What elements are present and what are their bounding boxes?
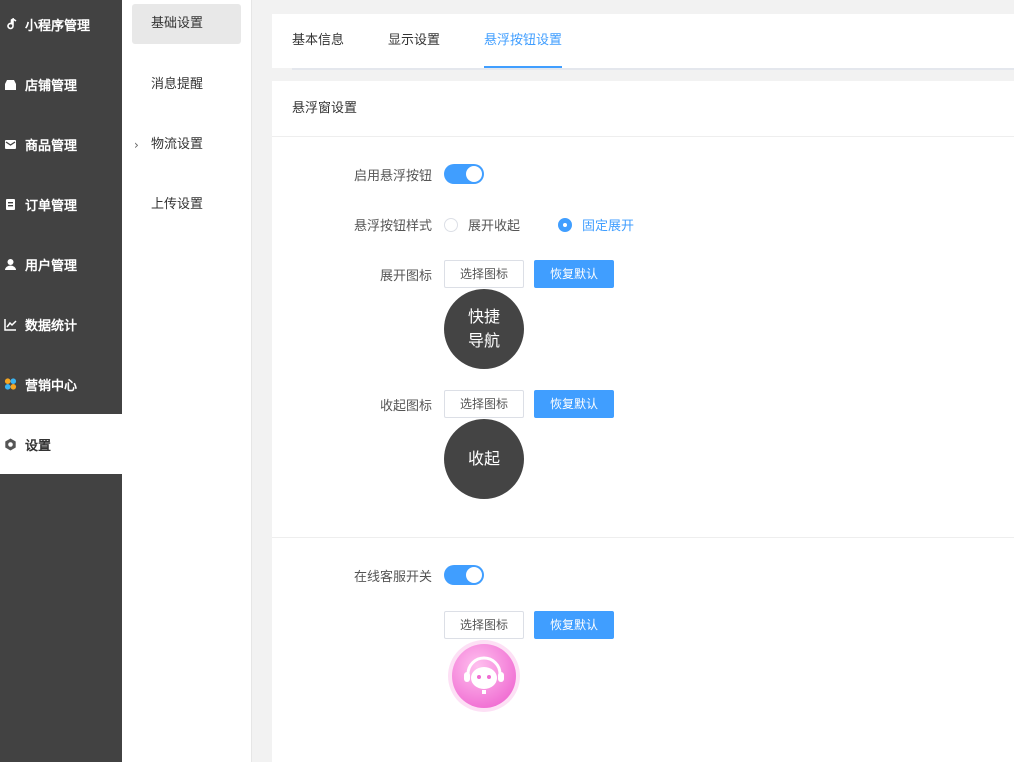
tab-basic-info[interactable]: 基本信息 [292, 14, 344, 68]
reset-collapse-icon-button[interactable]: 恢复默认 [534, 390, 614, 418]
divider [272, 537, 1014, 538]
sidebar-item-store[interactable]: 店铺管理 [0, 54, 122, 114]
sidebar-item-label: 商品管理 [25, 138, 78, 154]
expand-icon-preview: 快捷 导航 [444, 289, 524, 369]
reset-cs-icon-button[interactable]: 恢复默认 [534, 611, 614, 639]
sidebar-item-label: 小程序管理 [25, 18, 91, 34]
reset-expand-icon-button[interactable]: 恢复默认 [534, 260, 614, 288]
sidebar-item-marketing[interactable]: 营销中心 [0, 354, 122, 414]
chart-icon [4, 318, 17, 331]
customer-service-icon [446, 638, 522, 714]
float-settings-panel: 悬浮窗设置 启用悬浮按钮 悬浮按钮样式 展开收起 固定展开 展开图标 选择图标 … [272, 81, 1014, 762]
select-collapse-icon-button[interactable]: 选择图标 [444, 390, 524, 418]
collapse-icon-preview: 收起 [444, 419, 524, 499]
customer-service-switch[interactable] [444, 565, 484, 585]
subnav-item-upload[interactable]: 上传设置 [132, 185, 241, 225]
chevron-right-icon: › [134, 138, 139, 152]
preview-text: 收起 [467, 449, 500, 468]
enable-float-switch[interactable] [444, 164, 484, 184]
marketing-icon [4, 378, 17, 391]
customer-service-label: 在线客服开关 [353, 570, 432, 585]
subnav-item-logistics[interactable]: › 物流设置 [132, 125, 241, 165]
subnav-item-basic[interactable]: 基础设置 [132, 4, 241, 44]
sidebar-item-label: 店铺管理 [25, 78, 78, 94]
sidebar-item-label: 数据统计 [25, 318, 78, 334]
select-expand-icon-button[interactable]: 选择图标 [444, 260, 524, 288]
envelope-icon [4, 138, 17, 151]
sidebar-item-orders[interactable]: 订单管理 [0, 174, 122, 234]
main-sidebar: 小程序管理 店铺管理 商品管理 订单管理 用户管理 数据统计 营销中心 设置 [0, 0, 122, 762]
store-icon [4, 78, 17, 91]
divider [272, 136, 1014, 137]
subnav-item-label: 物流设置 [151, 137, 204, 152]
radio-label: 展开收起 [468, 219, 521, 234]
radio-dot [444, 217, 458, 232]
gear-icon [4, 438, 17, 451]
sidebar-item-label: 营销中心 [25, 378, 78, 394]
sidebar-item-products[interactable]: 商品管理 [0, 114, 122, 174]
sidebar-item-users[interactable]: 用户管理 [0, 234, 122, 294]
collapse-icon-label: 收起图标 [379, 399, 432, 414]
settings-subnav: 基础设置 消息提醒 › 物流设置 上传设置 [122, 0, 252, 762]
sidebar-item-miniprogram[interactable]: 小程序管理 [0, 0, 122, 54]
enable-float-label: 启用悬浮按钮 [353, 169, 432, 184]
preview-line: 快捷 [467, 307, 500, 326]
float-style-label: 悬浮按钮样式 [353, 219, 432, 234]
music-note-icon [4, 17, 17, 31]
radio-expand-collapse[interactable]: 展开收起 [444, 215, 520, 234]
select-cs-icon-button[interactable]: 选择图标 [444, 611, 524, 639]
preview-line: 导航 [467, 331, 500, 350]
user-icon [4, 258, 17, 271]
tab-display-settings[interactable]: 显示设置 [388, 14, 440, 68]
sidebar-item-label: 订单管理 [25, 198, 78, 214]
sidebar-item-settings[interactable]: 设置 [0, 414, 122, 474]
sidebar-item-label: 设置 [25, 438, 52, 454]
radio-fixed-expand[interactable]: 固定展开 [558, 215, 634, 234]
tab-float-button-settings[interactable]: 悬浮按钮设置 [484, 14, 563, 68]
clipboard-icon [4, 198, 17, 211]
expand-icon-label: 展开图标 [379, 269, 432, 284]
panel-title: 悬浮窗设置 [292, 101, 358, 116]
radio-dot [558, 217, 572, 232]
subnav-item-notifications[interactable]: 消息提醒 [132, 65, 241, 105]
tabs-bar: 基本信息 显示设置 悬浮按钮设置 [272, 14, 1014, 70]
sidebar-item-label: 用户管理 [25, 258, 78, 274]
radio-label: 固定展开 [582, 219, 635, 234]
sidebar-item-stats[interactable]: 数据统计 [0, 294, 122, 354]
tabs-divider [292, 68, 1014, 70]
